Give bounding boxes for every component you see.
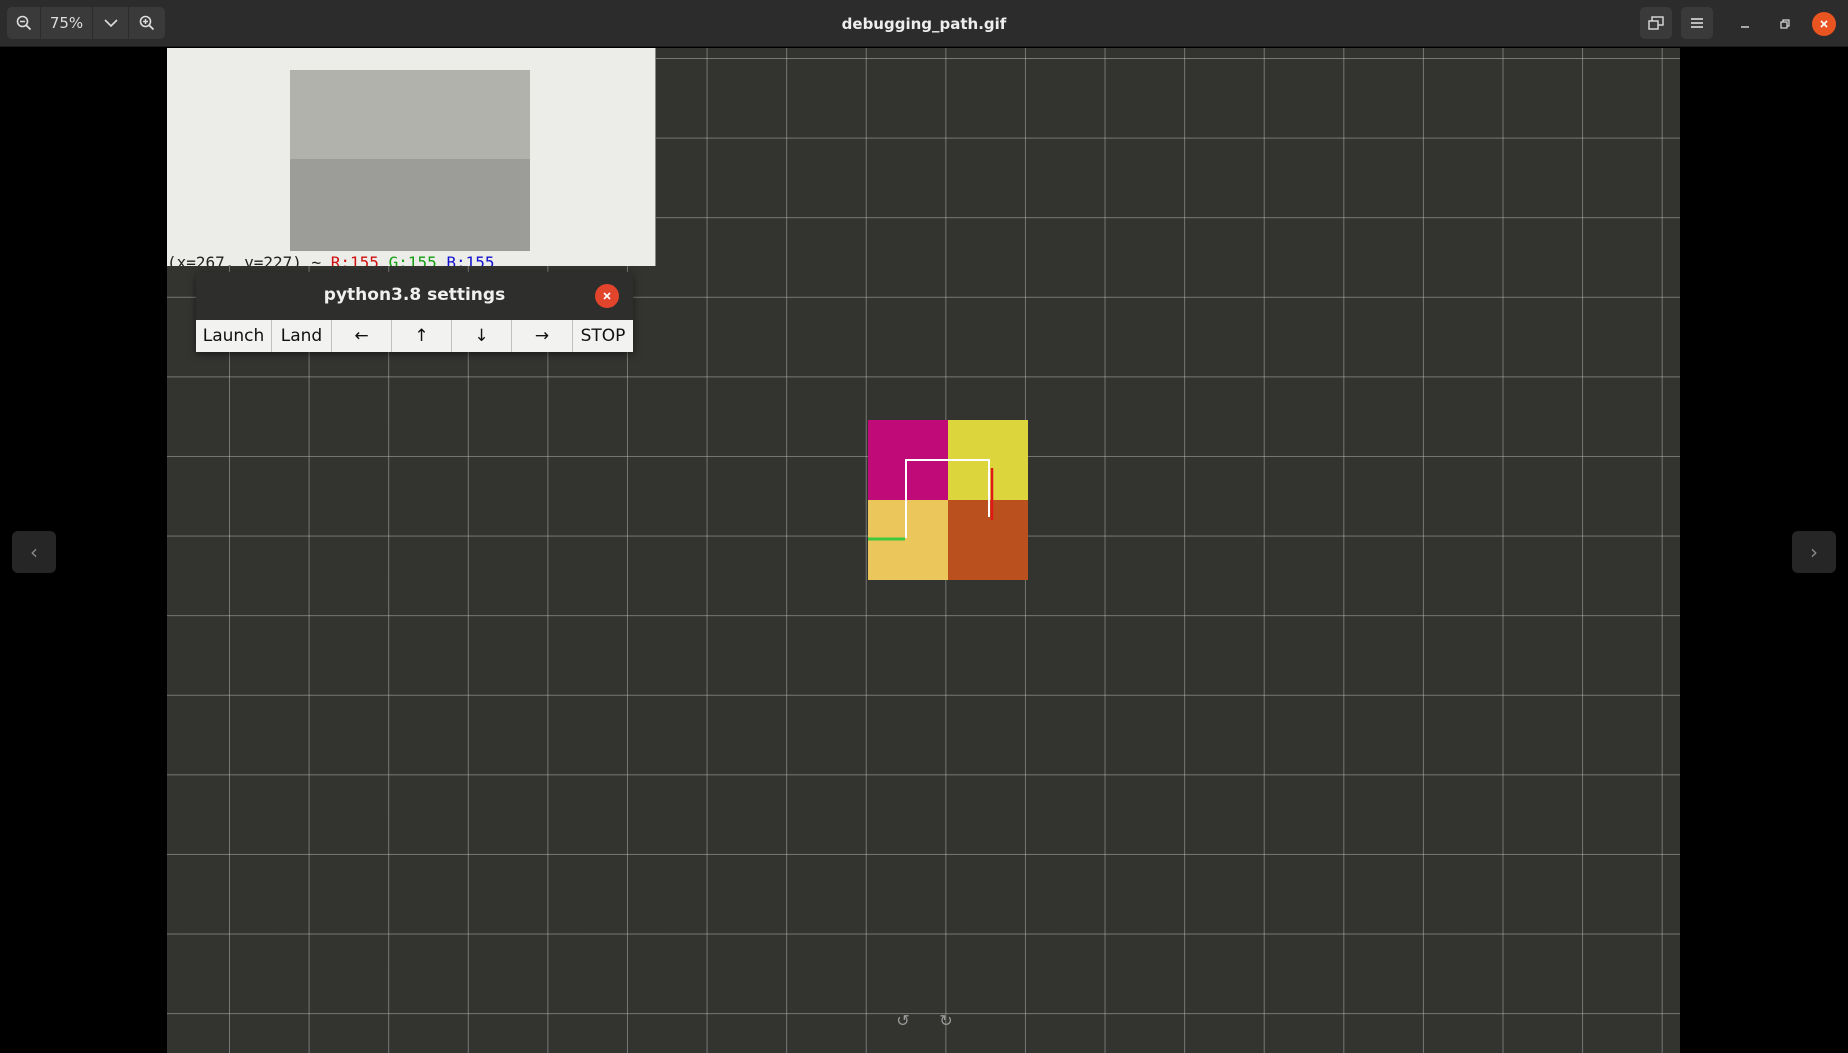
stop-button[interactable]: STOP [573,320,633,352]
pixel-red-value: R:155 [330,253,379,266]
fullscreen-button[interactable] [1640,7,1672,39]
zoom-level-label[interactable]: 75% [41,7,93,39]
pixel-green-value: G:155 [388,253,437,266]
camera-floor-region [290,159,530,251]
main-menu-button[interactable] [1681,7,1713,39]
rotate-right-button[interactable]: ↻ [932,1008,960,1032]
launch-button[interactable]: Launch [196,320,272,352]
minimize-icon [1741,26,1749,28]
image-viewer-window: 75% debugging_path.gif ‹ › (x=267, y=227… [0,0,1848,1053]
chevron-down-icon [103,19,118,28]
drone-path [868,459,994,541]
image-canvas[interactable]: (x=267, y=227) ~ R:155 G:155 B:155 pytho… [167,48,1680,1053]
close-icon [603,292,611,300]
pixel-blue-value: B:155 [446,253,495,266]
minimize-button[interactable] [1733,12,1757,36]
chevron-left-icon: ‹ [30,540,38,564]
zoom-in-icon [139,15,155,31]
down-arrow-button[interactable]: ↓ [452,320,512,352]
restore-button[interactable] [1773,12,1797,36]
left-arrow-button[interactable]: ← [332,320,392,352]
settings-title: python3.8 settings [323,285,506,305]
zoom-out-button[interactable] [7,7,41,39]
zoom-menu-button[interactable] [93,7,129,39]
pixel-coords: (x=267, y=227) ~ [167,253,322,266]
camera-view: (x=267, y=227) ~ R:155 G:155 B:155 [167,48,656,266]
previous-image-button[interactable]: ‹ [12,531,56,573]
settings-close-button[interactable] [595,284,619,308]
zoom-in-button[interactable] [129,7,165,39]
camera-wall-region [290,70,530,159]
next-image-button[interactable]: › [1792,531,1836,573]
path-trace [905,459,990,538]
pixel-readout: (x=267, y=227) ~ R:155 G:155 B:155 [167,253,495,266]
right-arrow-button[interactable]: → [512,320,573,352]
settings-dialog: python3.8 settings Launch Land ← ↑ ↓ → S… [196,272,633,352]
rotate-left-button[interactable]: ↺ [889,1008,917,1032]
hamburger-menu-icon [1691,18,1703,28]
rotate-left-icon: ↺ [896,1010,910,1030]
header-bar: 75% debugging_path.gif [0,0,1848,47]
up-arrow-button[interactable]: ↑ [392,320,452,352]
rotate-right-icon: ↻ [939,1010,953,1030]
zoom-control: 75% [7,7,165,39]
window-title: debugging_path.gif [841,14,1007,33]
land-button[interactable]: Land [272,320,332,352]
window-close-button[interactable] [1812,12,1836,36]
chevron-right-icon: › [1810,540,1818,564]
control-button-row: Launch Land ← ↑ ↓ → STOP [196,320,633,352]
close-icon [1820,20,1828,28]
fullscreen-icon [1648,16,1664,30]
restore-icon [1780,19,1790,29]
zoom-out-icon [16,15,31,31]
